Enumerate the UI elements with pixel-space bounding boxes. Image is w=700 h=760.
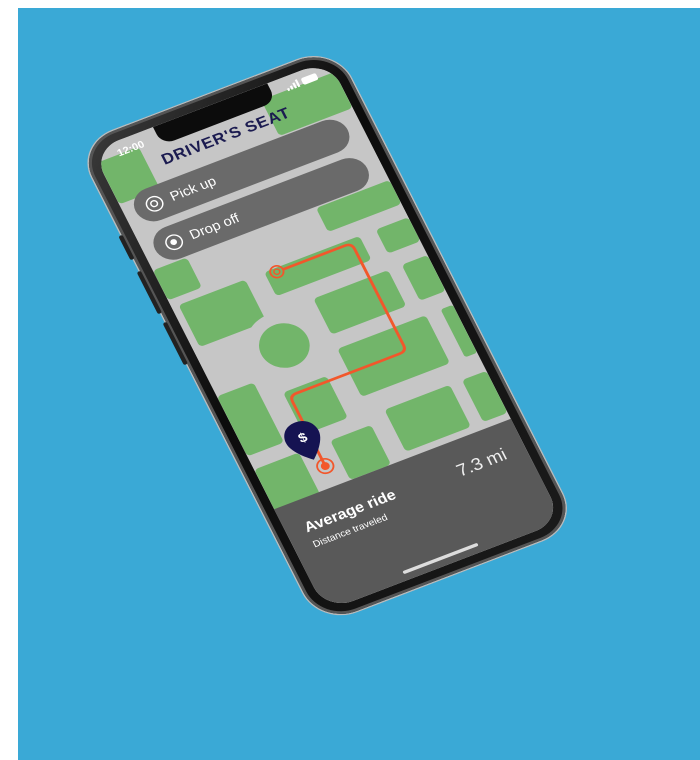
- ride-distance: 7.3 mi: [452, 444, 511, 481]
- phone-screen: 12:00 $ DRIVER'S SEAT Pick up Drop off A…: [91, 59, 563, 612]
- phone-mockup: 12:00 $ DRIVER'S SEAT Pick up Drop off A…: [76, 46, 579, 625]
- dropoff-location-icon: [162, 231, 186, 253]
- dropoff-label: Drop off: [186, 210, 242, 243]
- pickup-label: Pick up: [167, 173, 219, 204]
- background-panel: 12:00 $ DRIVER'S SEAT Pick up Drop off A…: [18, 8, 700, 760]
- pickup-location-icon: [142, 193, 167, 215]
